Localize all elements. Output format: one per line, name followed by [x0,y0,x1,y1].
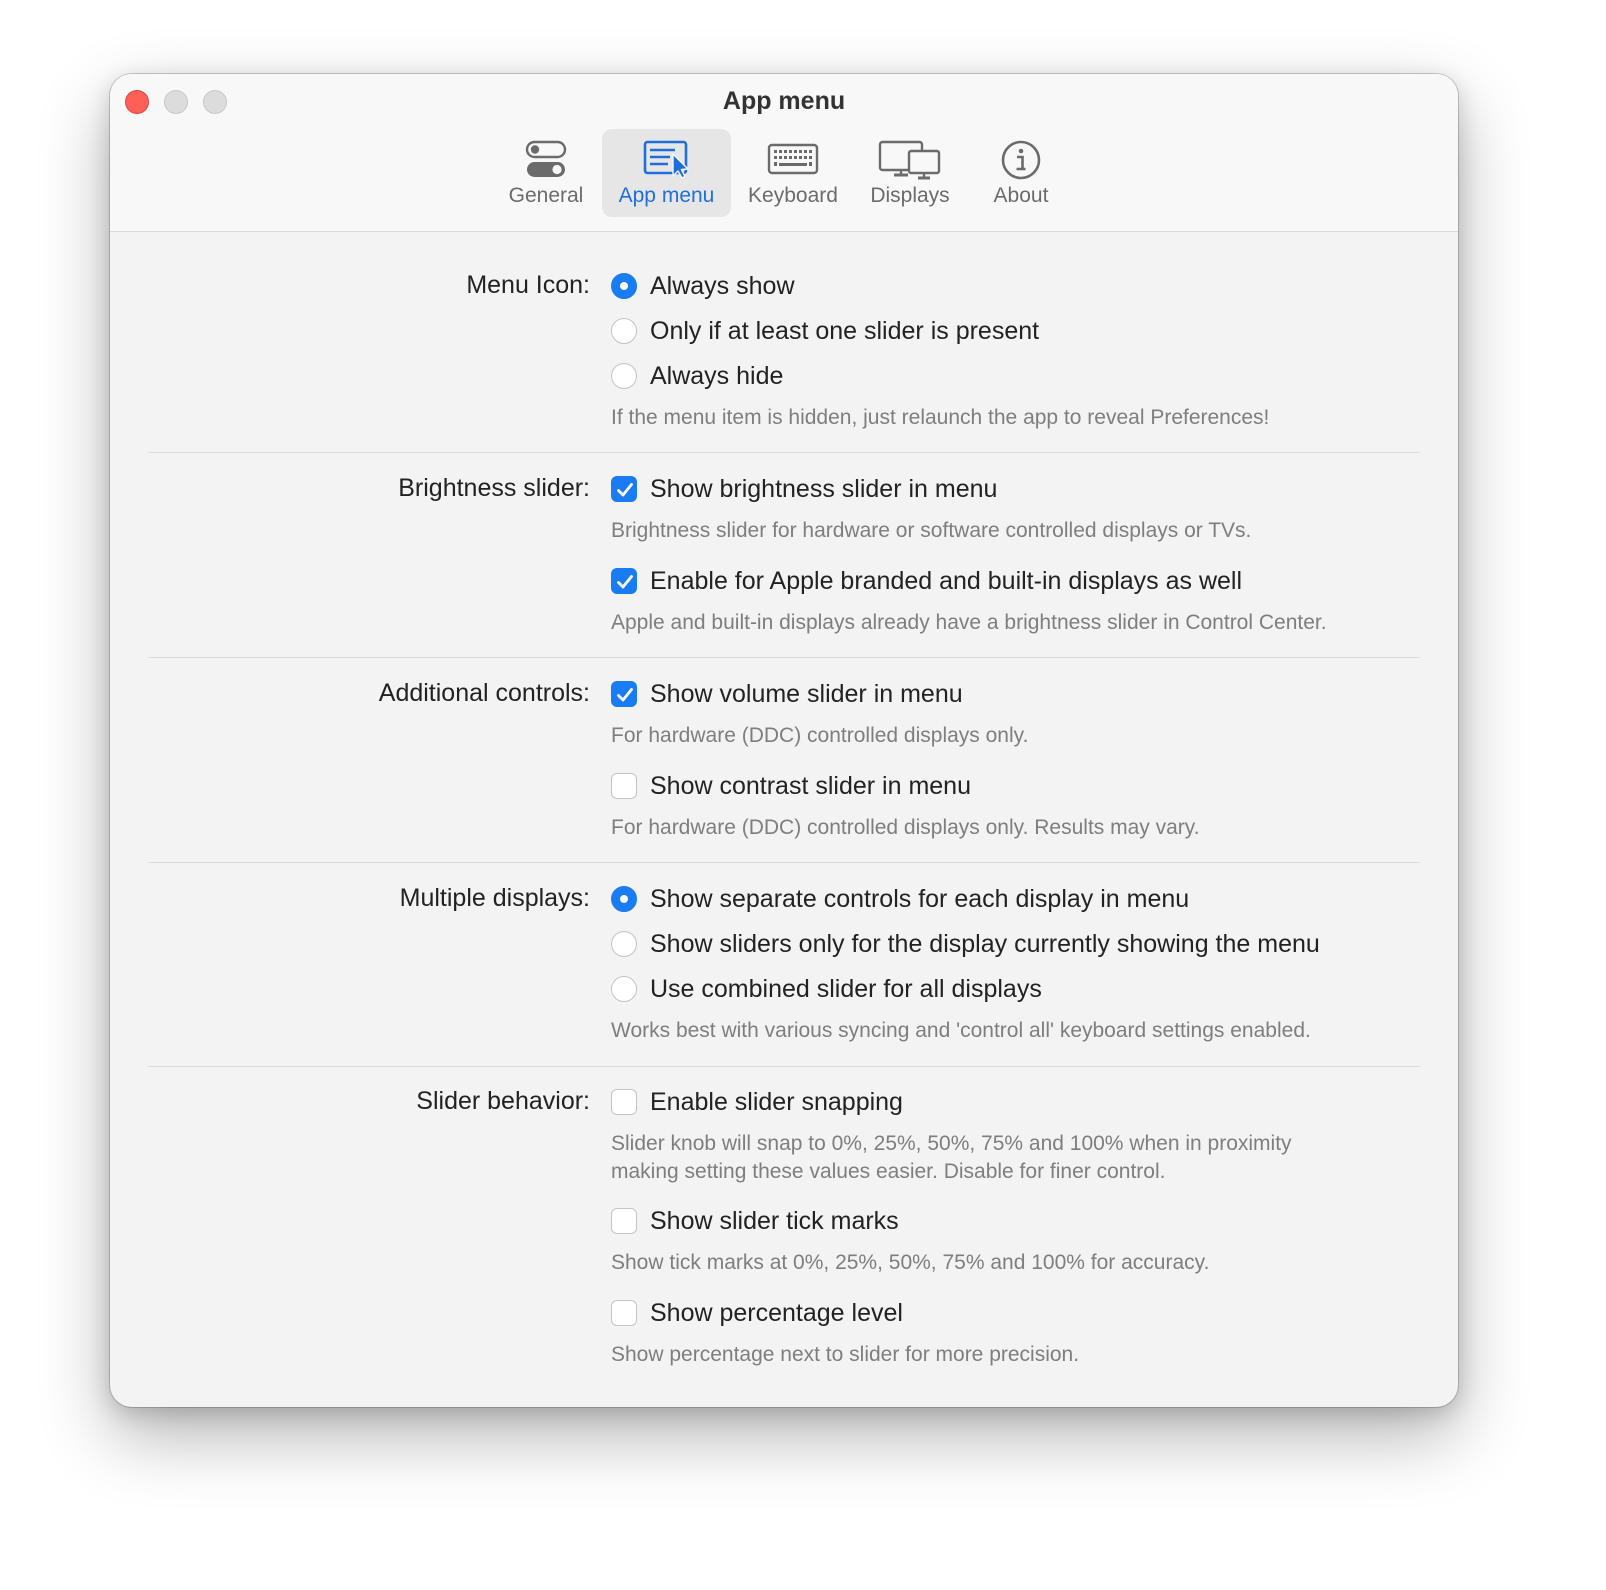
brightness-slider-label: Brightness slider: [398,474,590,502]
radio-label: Use combined slider for all displays [650,974,1042,1003]
radio-button[interactable] [611,931,637,957]
preferences-toolbar: General App menu Keyboard Displays About [110,129,1458,217]
radio-button[interactable] [611,273,637,299]
radio-label: Always hide [650,361,784,390]
menu-cursor-icon [643,139,691,184]
radio-button[interactable] [611,363,637,389]
radio-always-hide[interactable]: Always hide [611,361,783,391]
radio-button[interactable] [611,976,637,1002]
checkbox-apple-displays[interactable]: Enable for Apple branded and built-in di… [611,566,1242,596]
snapping-hint-line2: making setting these values easier. Disa… [611,1160,1166,1183]
checkbox-percentage-level[interactable]: Show percentage level [611,1298,903,1328]
section-divider [148,1066,1420,1067]
radio-label: Show sliders only for the display curren… [650,929,1320,958]
tab-general[interactable]: General [496,129,596,217]
checkbox-label: Show brightness slider in menu [650,474,998,503]
radio-button[interactable] [611,318,637,344]
contrast-hint: For hardware (DDC) controlled displays o… [611,816,1200,839]
checkbox-label: Show volume slider in menu [650,679,963,708]
tab-label: Keyboard [748,184,838,207]
checkmark-icon [617,688,633,702]
checkbox[interactable] [611,1208,637,1234]
radio-separate-controls[interactable]: Show separate controls for each display … [611,884,1189,914]
apple-displays-hint: Apple and built-in displays already have… [611,611,1327,634]
tab-label: App menu [618,184,715,207]
displays-icon [878,139,942,186]
tab-label: General [508,184,584,207]
tab-label: About [993,184,1049,207]
radio-label: Show separate controls for each display … [650,884,1190,913]
checkbox-show-brightness[interactable]: Show brightness slider in menu [611,474,997,504]
section-divider [148,862,1420,863]
checkbox[interactable] [611,476,637,502]
checkbox-label: Show slider tick marks [650,1206,899,1235]
tab-keyboard[interactable]: Keyboard [738,129,848,217]
tab-label: Displays [870,184,950,207]
window-title: App menu [722,87,846,115]
tab-about[interactable]: About [976,129,1066,217]
checkbox[interactable] [611,568,637,594]
additional-controls-label: Additional controls: [378,679,590,707]
radio-combined-slider[interactable]: Use combined slider for all displays [611,974,1042,1004]
checkbox[interactable] [611,681,637,707]
slider-behavior-label: Slider behavior: [416,1087,590,1115]
brightness-hint: Brightness slider for hardware or softwa… [611,519,1252,542]
checkbox-show-contrast[interactable]: Show contrast slider in menu [611,771,971,801]
volume-hint: For hardware (DDC) controlled displays o… [611,724,1029,747]
checkbox-tick-marks[interactable]: Show slider tick marks [611,1206,899,1236]
checkbox-show-volume[interactable]: Show volume slider in menu [611,679,963,709]
radio-label: Only if at least one slider is present [650,316,1040,345]
multiple-displays-hint: Works best with various syncing and 'con… [611,1019,1311,1042]
info-icon [1000,139,1042,186]
radio-button[interactable] [611,886,637,912]
tab-displays[interactable]: Displays [858,129,962,217]
menu-icon-label: Menu Icon: [466,271,590,299]
checkbox[interactable] [611,1300,637,1326]
section-divider [148,452,1420,453]
snapping-hint-line1: Slider knob will snap to 0%, 25%, 50%, 7… [611,1132,1292,1155]
checkmark-icon [617,483,633,497]
preferences-window: App menu General App menu Keyboard Displ… [110,74,1458,1407]
checkmark-icon [617,575,633,589]
settings-content: Menu Icon: Always show Only if at least … [110,232,1458,1407]
multiple-displays-label: Multiple displays: [399,884,590,912]
checkbox-label: Show percentage level [650,1298,903,1327]
menu-icon-hint: If the menu item is hidden, just relaunc… [611,406,1270,429]
radio-only-if-slider[interactable]: Only if at least one slider is present [611,316,1039,346]
checkbox[interactable] [611,1089,637,1115]
section-divider [148,657,1420,658]
checkbox-slider-snapping[interactable]: Enable slider snapping [611,1087,903,1117]
percentage-hint: Show percentage next to slider for more … [611,1343,1080,1366]
keyboard-icon [767,139,819,184]
checkbox-label: Enable slider snapping [650,1087,903,1116]
tick-marks-hint: Show tick marks at 0%, 25%, 50%, 75% and… [611,1251,1210,1274]
toggles-icon [524,139,568,184]
tab-app-menu[interactable]: App menu [602,129,731,217]
radio-always-show[interactable]: Always show [611,271,795,301]
checkbox-label: Enable for Apple branded and built-in di… [650,566,1243,595]
checkbox[interactable] [611,773,637,799]
radio-current-display-only[interactable]: Show sliders only for the display curren… [611,929,1320,959]
titlebar: App menu General App menu Keyboard Displ… [110,74,1458,232]
radio-label: Always show [650,271,795,300]
checkbox-label: Show contrast slider in menu [650,771,971,800]
